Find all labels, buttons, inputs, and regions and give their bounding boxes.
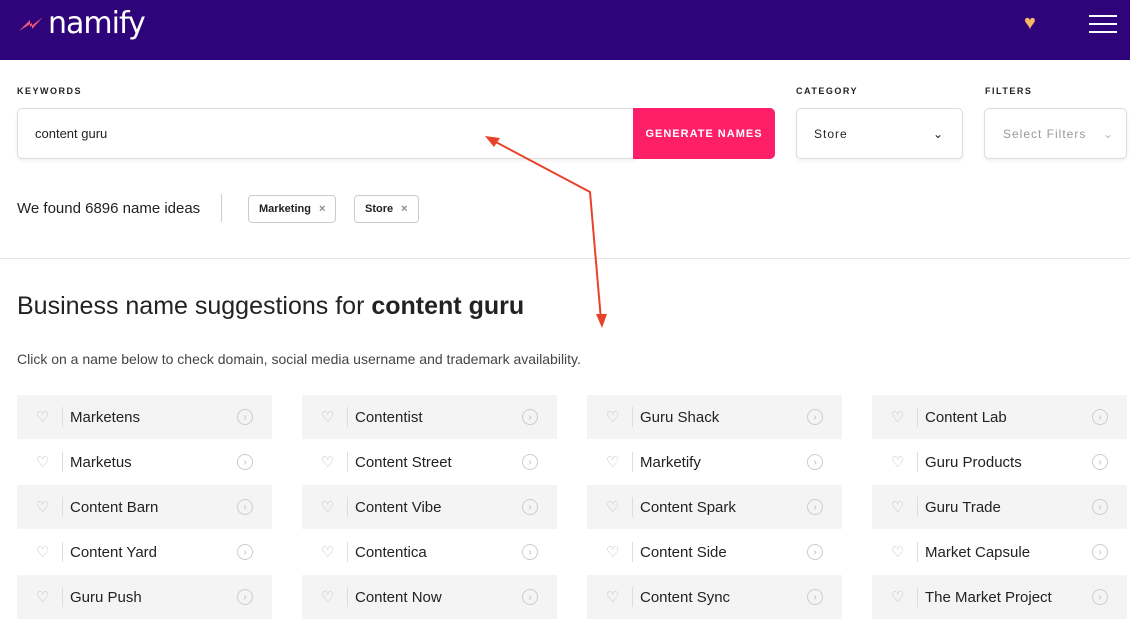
arrowhead-icon — [596, 314, 607, 328]
annotation-arrow — [485, 136, 607, 328]
arrowhead-icon — [485, 136, 500, 147]
